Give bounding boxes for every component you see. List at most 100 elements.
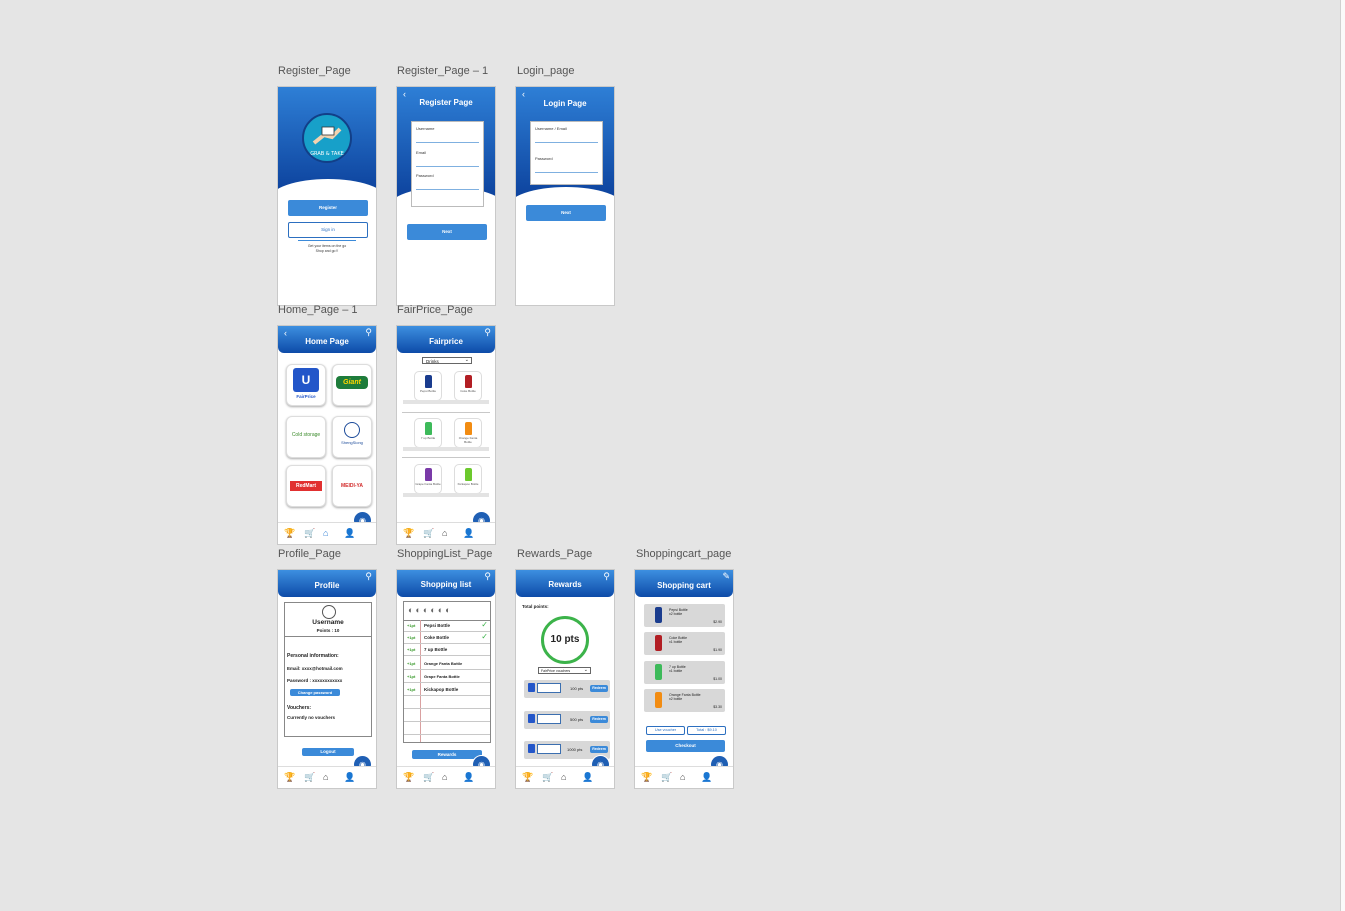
trophy-icon[interactable]: 🏆 <box>284 528 295 539</box>
login-page-artboard[interactable]: ‹ Login Page Username / Email Password N… <box>515 86 615 306</box>
back-icon[interactable]: ‹ <box>522 89 525 99</box>
category-value: Drinks <box>426 359 439 364</box>
cart-icon[interactable]: 🛒 <box>304 772 315 783</box>
home-icon[interactable]: ⌂ <box>442 772 447 782</box>
store-tile-giant[interactable]: Giant <box>332 364 372 406</box>
next-button[interactable]: Next <box>526 205 606 221</box>
artboard-label-register[interactable]: Register_Page <box>278 65 351 77</box>
fanta-bottle-icon <box>655 692 662 708</box>
redeem-button[interactable]: Redeem <box>590 746 608 753</box>
product-tile[interactable]: Orange Fanta Bottle <box>454 418 482 448</box>
home-icon[interactable]: ⌂ <box>680 772 685 782</box>
cart-icon[interactable]: 🛒 <box>661 772 672 783</box>
profile-page-artboard[interactable]: ⚲ Profile Username Points : 10 Personal … <box>277 569 377 789</box>
home-icon[interactable]: ⌂ <box>323 772 328 782</box>
home-icon[interactable]: ⌂ <box>442 528 447 538</box>
use-voucher-button[interactable]: Use voucher <box>646 726 685 735</box>
checkout-button[interactable]: Checkout <box>646 740 725 752</box>
cart-icon[interactable]: 🛒 <box>423 528 434 539</box>
page-title: Rewards <box>548 580 582 589</box>
store-name: FairPrice <box>296 394 316 399</box>
person-icon[interactable]: 👤 <box>463 528 474 539</box>
page-title: Shopping cart <box>657 581 711 590</box>
cart-icon[interactable]: 🛒 <box>542 772 553 783</box>
product-tile[interactable]: Grape Fanta Bottle <box>414 464 442 494</box>
voucher-card <box>537 683 561 693</box>
store-tile-shengsiong[interactable]: ShengSiong <box>332 416 372 458</box>
password-field[interactable] <box>416 189 479 190</box>
cart-item-price: $2.90 <box>713 620 722 624</box>
store-tile-meidiya[interactable]: MEIDI-YA <box>332 465 372 507</box>
home-icon[interactable]: ⌂ <box>561 772 566 782</box>
rewards-button[interactable]: Rewards <box>412 750 482 759</box>
trophy-icon[interactable]: 🏆 <box>284 772 295 783</box>
sign-in-button[interactable]: Sign in <box>288 222 368 238</box>
artboard-label-home[interactable]: Home_Page – 1 <box>278 304 358 316</box>
cart-icon[interactable]: 🛒 <box>304 528 315 539</box>
list-item[interactable]: Coke Bottle <box>424 635 449 640</box>
person-icon[interactable]: 👤 <box>463 772 474 783</box>
artboard-label-profile[interactable]: Profile_Page <box>278 548 341 560</box>
store-name: Giant <box>336 376 368 389</box>
artboard-label-cart[interactable]: Shoppingcart_page <box>636 548 731 560</box>
product-tile[interactable]: Coke Bottle <box>454 371 482 401</box>
store-tile-cold-storage[interactable]: Cold storage <box>286 416 326 458</box>
trophy-icon[interactable]: 🏆 <box>403 772 414 783</box>
person-icon[interactable]: 👤 <box>701 772 712 783</box>
login-form: Username / Email Password <box>530 121 603 185</box>
cart-item[interactable]: Pepsi Bottle x2 bottle $2.90 <box>644 604 725 627</box>
redeem-button[interactable]: Redeem <box>590 685 608 692</box>
list-item[interactable]: Grape Fanta Bottle <box>424 674 460 679</box>
trophy-icon[interactable]: 🏆 <box>641 772 652 783</box>
store-tile-redmart[interactable]: RedMart <box>286 465 326 507</box>
next-button[interactable]: Next <box>407 224 487 240</box>
trophy-icon[interactable]: 🏆 <box>522 772 533 783</box>
cart-item[interactable]: 7 up Bottle x1 bottle $1.00 <box>644 661 725 684</box>
cart-icon[interactable]: 🛒 <box>423 772 434 783</box>
person-icon[interactable]: 👤 <box>344 528 355 539</box>
voucher-dropdown[interactable]: FairPrice vouchers ⌄ <box>538 667 591 674</box>
artboard-label-rewards[interactable]: Rewards_Page <box>517 548 592 560</box>
logout-button[interactable]: Logout <box>302 748 354 756</box>
change-password-button[interactable]: Change password <box>290 689 340 696</box>
store-tile-fairprice[interactable]: U FairPrice <box>286 364 326 406</box>
username-field[interactable] <box>535 142 598 143</box>
artboard-label-shoppinglist[interactable]: ShoppingList_Page <box>397 548 492 560</box>
shoppinglist-page-artboard[interactable]: ⚲ Shopping list ◐◐◐◐◐◐ +1pt Pepsi Bottle… <box>396 569 496 789</box>
person-icon[interactable]: 👤 <box>582 772 593 783</box>
trophy-icon[interactable]: 🏆 <box>403 528 414 539</box>
cart-item[interactable]: Orange Fanta Bottle x2 bottle $3.30 <box>644 689 725 712</box>
product-tile[interactable]: 7 up Bottle <box>414 418 442 448</box>
fairprice-page-artboard[interactable]: ⚲ Fairprice Drinks ⌄ Pepsi Bottle Coke B… <box>396 325 496 545</box>
register-page-artboard[interactable]: GRAB & TAKE Register Sign in Get your it… <box>277 86 377 306</box>
person-icon[interactable]: 👤 <box>344 772 355 783</box>
home-icon[interactable]: ⌂ <box>323 528 328 538</box>
voucher-card <box>537 744 561 754</box>
rewards-page-artboard[interactable]: ⚲ Rewards Total points: 10 pts FairPrice… <box>515 569 615 789</box>
list-item[interactable]: Pepsi Bottle <box>424 623 450 628</box>
list-item[interactable]: Orange Fanta Bottle <box>424 661 462 666</box>
artboard-label-register-1[interactable]: Register_Page – 1 <box>397 65 488 77</box>
username-field[interactable] <box>416 142 479 143</box>
canvas-scrollbar[interactable] <box>1340 0 1345 911</box>
cart-item[interactable]: Coke Bottle x1 bottle $1.90 <box>644 632 725 655</box>
list-item[interactable]: Kickapop Bottle <box>424 687 458 692</box>
tagline-line-2: Shop and go !! <box>315 249 339 253</box>
artboard-label-login[interactable]: Login_page <box>517 65 575 77</box>
product-tile[interactable]: Pepsi Bottle <box>414 371 442 401</box>
redeem-button[interactable]: Redeem <box>590 716 608 723</box>
list-item[interactable]: 7 up Bottle <box>424 647 447 652</box>
register-button[interactable]: Register <box>288 200 368 216</box>
email-field[interactable] <box>416 166 479 167</box>
category-dropdown[interactable]: Drinks ⌄ <box>422 357 472 364</box>
check-icon[interactable]: ✓ <box>481 620 488 629</box>
cart-page-artboard[interactable]: ✎ Shopping cart Pepsi Bottle x2 bottle $2… <box>634 569 734 789</box>
password-field[interactable] <box>535 172 598 173</box>
register-page-1-artboard[interactable]: ‹ Register Page Username Email Password … <box>396 86 496 306</box>
product-tile[interactable]: Kickapoo Bottle <box>454 464 482 494</box>
product-name: Pepsi Bottle <box>419 389 436 393</box>
home-page-artboard[interactable]: ‹ ⚲ Home Page U FairPrice Giant Cold sto… <box>277 325 377 545</box>
product-name: 7 up Bottle <box>420 436 436 440</box>
check-icon[interactable]: ✓ <box>481 632 488 641</box>
artboard-label-fairprice[interactable]: FairPrice_Page <box>397 304 473 316</box>
